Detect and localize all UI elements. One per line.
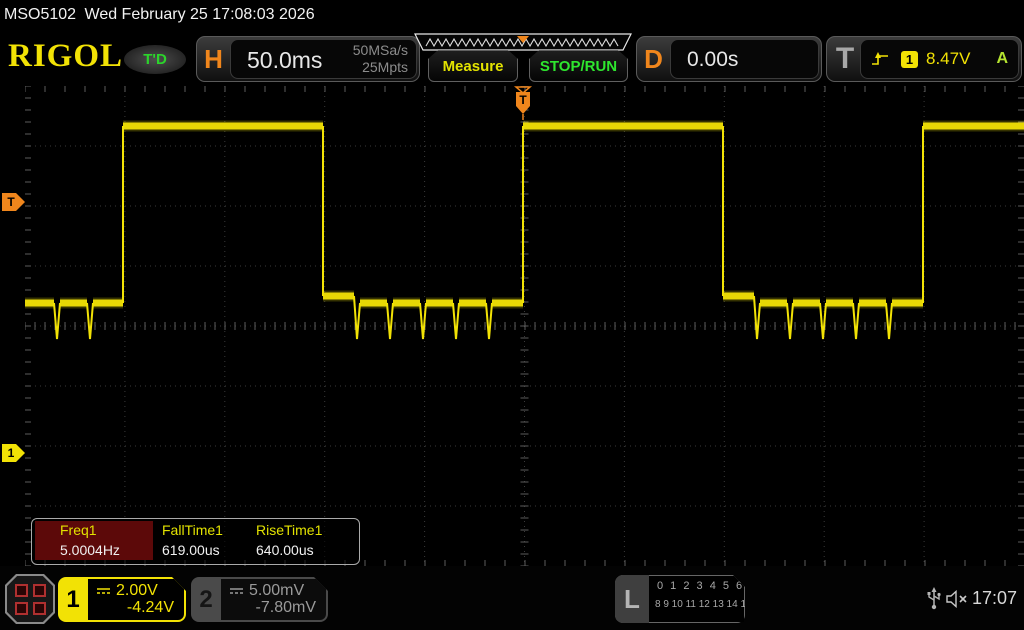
measurement-value-freq: 5.0004Hz (60, 542, 120, 558)
delay-panel: 0.00s (670, 39, 819, 79)
timebase-letter: H (197, 37, 230, 81)
measure-button[interactable]: Measure (428, 50, 518, 82)
model-label: MSO5102 (4, 6, 76, 23)
scope-display: T (25, 86, 1024, 566)
digital-row-8-15: 8 9 10 11 12 13 14 15 (655, 599, 752, 610)
trigger-level-marker[interactable]: T (2, 193, 25, 211)
stop-run-label: STOP/RUN (540, 58, 617, 75)
dc-coupling-icon (96, 586, 111, 596)
dc-coupling-icon (229, 586, 244, 596)
speaker-muted-icon (946, 590, 970, 608)
measurement-label-risetime: RiseTime1 (256, 522, 322, 538)
digital-label: L (615, 575, 649, 623)
datetime-label: Wed February 25 17:08:03 2026 (85, 6, 315, 23)
trigger-panel: 1 8.47V A (860, 39, 1019, 79)
oscilloscope-screen: MSO5102 Wed February 25 17:08:03 2026 RI… (0, 0, 1024, 630)
stop-run-button[interactable]: STOP/RUN (529, 50, 628, 82)
memory-depth: 25Mpts (353, 59, 408, 76)
trigger-letter: T (829, 37, 861, 81)
channel1-position-marker[interactable]: 1 (2, 444, 25, 462)
svg-text:1: 1 (8, 446, 15, 460)
top-bar: MSO5102 Wed February 25 17:08:03 2026 (0, 0, 1024, 30)
channel2-badge: 2 (191, 577, 221, 622)
digital-row-0-7: 0 1 2 3 4 5 6 7 (657, 580, 757, 592)
trigger-slope-icon (871, 51, 889, 67)
delay-letter: D (637, 37, 670, 81)
rigol-logo: RIGOL (8, 38, 123, 75)
channel1-box[interactable]: 1 2.00V -4.24V (58, 577, 186, 622)
sample-rate: 50MSa/s (353, 42, 408, 59)
measurement-value-risetime: 640.00us (256, 542, 314, 558)
trigger-block[interactable]: T 1 8.47V A (826, 36, 1022, 82)
timebase-value: 50.0ms (247, 47, 322, 74)
channel2-offset: -7.80mV (256, 599, 316, 617)
channel1-offset: -4.24V (127, 599, 174, 617)
measure-label: Measure (443, 58, 504, 75)
measurement-value-falltime: 619.00us (162, 542, 220, 558)
usb-icon (926, 587, 942, 611)
trigger-status-label: T'D (143, 51, 167, 68)
measurement-label-freq: Freq1 (60, 522, 97, 538)
acquisition-info: 50MSa/s 25Mpts (353, 42, 408, 76)
svg-text:T: T (519, 93, 527, 107)
channel2-scale: 5.00mV (249, 582, 304, 600)
header-bar: RIGOL T'D H 50.0ms 50MSa/s 25Mpts Measur… (0, 30, 1024, 84)
menu-grid-icon[interactable] (5, 574, 55, 624)
channel1-badge: 1 (58, 577, 88, 622)
measurement-label-falltime: FallTime1 (162, 522, 223, 538)
bottom-bar: 1 2.00V -4.24V 2 (0, 566, 1024, 630)
measurement-panel[interactable]: Freq1 5.0004Hz FallTime1 619.00us RiseTi… (31, 518, 360, 565)
svg-text:T: T (7, 195, 15, 209)
delay-block[interactable]: D 0.00s (636, 36, 822, 82)
timebase-block[interactable]: H 50.0ms 50MSa/s 25Mpts (196, 36, 420, 82)
delay-value: 0.00s (687, 48, 738, 72)
clock-label: 17:07 (972, 588, 1017, 609)
trigger-source-badge: 1 (901, 51, 918, 68)
channel1-scale: 2.00V (116, 582, 158, 600)
digital-channels-box[interactable]: L 0 1 2 3 4 5 6 7 8 9 10 11 12 13 14 15 (615, 575, 745, 623)
trigger-mode-badge: A (996, 50, 1008, 68)
trigger-level-value: 8.47V (926, 49, 970, 69)
channel2-box[interactable]: 2 5.00mV -7.80mV (191, 577, 328, 622)
trigger-status-badge: T'D (124, 45, 186, 74)
timebase-panel: 50.0ms 50MSa/s 25Mpts (230, 39, 417, 79)
